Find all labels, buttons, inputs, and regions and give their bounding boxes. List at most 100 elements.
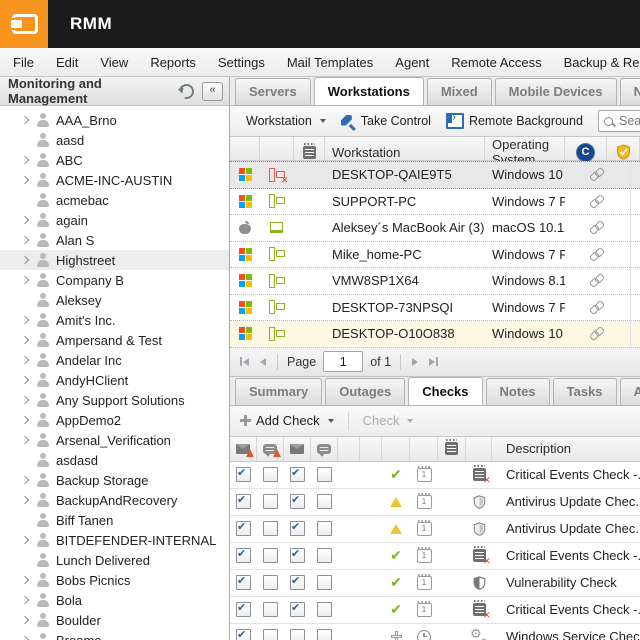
VMW8SP1X64[interactable]: VMW8SP1X64 Windows 8.1 Pr... bbox=[230, 268, 640, 295]
menu-item[interactable]: Edit bbox=[45, 48, 89, 76]
client-tree-item[interactable]: AppDemo2 bbox=[0, 410, 229, 430]
expand-arrow-icon[interactable] bbox=[20, 395, 30, 405]
client-tree-item[interactable]: Backup Storage bbox=[0, 470, 229, 490]
check-description[interactable]: Critical Events Check -... bbox=[492, 543, 640, 569]
Aleksey´s MacBook Air (3)[interactable]: Aleksey´s MacBook Air (3) macOS 10.12.6 … bbox=[230, 215, 640, 242]
device-tab[interactable]: Mobile Devices bbox=[494, 78, 617, 105]
client-tree-item[interactable]: Andelar Inc bbox=[0, 350, 229, 370]
expand-arrow-icon[interactable] bbox=[20, 415, 30, 425]
mail-checkbox[interactable] bbox=[290, 601, 305, 617]
client-tree-item[interactable]: aasd bbox=[0, 130, 229, 150]
chat-checkbox[interactable] bbox=[317, 575, 332, 590]
client-tree-item[interactable]: Any Support Solutions bbox=[0, 390, 229, 410]
prev-page-button[interactable] bbox=[258, 356, 268, 368]
last-page-button[interactable] bbox=[427, 355, 440, 368]
check-row[interactable]: Critical Events Check -... bbox=[230, 543, 640, 570]
client-tree-item[interactable]: Bobs Picnics bbox=[0, 570, 229, 590]
check-description[interactable]: Windows Service Chec... bbox=[492, 624, 640, 640]
sms-alert-checkbox[interactable] bbox=[263, 602, 278, 617]
link-cell[interactable] bbox=[565, 162, 630, 188]
mail-alert-checkbox[interactable] bbox=[236, 547, 251, 563]
DESKTOP-QAIE9T5[interactable]: DESKTOP-QAIE9T5 Windows 10 Pro... bbox=[230, 161, 640, 189]
client-tree-item[interactable]: Company B bbox=[0, 270, 229, 290]
workstation-name[interactable]: SUPPORT-PC bbox=[325, 189, 485, 215]
chat-checkbox[interactable] bbox=[317, 521, 332, 536]
mail-alert-checkbox[interactable] bbox=[236, 628, 251, 640]
check-description[interactable]: Antivirus Update Chec... bbox=[492, 489, 640, 515]
detail-tab[interactable]: Assets bbox=[619, 377, 640, 405]
detail-tab[interactable]: Notes bbox=[485, 377, 550, 405]
link-cell[interactable] bbox=[565, 189, 630, 215]
mail-alert-checkbox[interactable] bbox=[236, 520, 251, 536]
client-tree-item[interactable]: Alan S bbox=[0, 230, 229, 250]
mail-checkbox[interactable] bbox=[290, 547, 305, 563]
search-input[interactable] bbox=[617, 113, 640, 129]
client-tree-item[interactable]: Aleksey bbox=[0, 290, 229, 310]
device-tab[interactable]: Network Devices bbox=[619, 78, 640, 105]
client-tree-item[interactable]: AAA_Brno bbox=[0, 110, 229, 130]
mail-checkbox[interactable] bbox=[290, 493, 305, 509]
sms-alert-checkbox[interactable] bbox=[263, 521, 278, 536]
workstation-name[interactable]: DESKTOP-O10O838 bbox=[325, 321, 485, 347]
device-tab[interactable]: Mixed bbox=[426, 78, 492, 105]
Mike_home-PC[interactable]: Mike_home-PC Windows 7 Prof... bbox=[230, 241, 640, 268]
next-page-button[interactable] bbox=[410, 356, 420, 368]
link-cell[interactable] bbox=[565, 215, 630, 241]
sms-alert-checkbox[interactable] bbox=[263, 548, 278, 563]
client-tree-item[interactable]: Bola bbox=[0, 590, 229, 610]
description-column-header[interactable]: Description bbox=[492, 437, 640, 461]
menu-item[interactable]: Settings bbox=[207, 48, 276, 76]
take-control-button[interactable]: Take Control bbox=[341, 114, 431, 129]
mail-alert-checkbox[interactable] bbox=[236, 574, 251, 590]
client-tree-item[interactable]: Boulder bbox=[0, 610, 229, 630]
client-tree-item[interactable]: Biff Tanen bbox=[0, 510, 229, 530]
client-tree-item[interactable]: Arsenal_Verification bbox=[0, 430, 229, 450]
chat-checkbox[interactable] bbox=[317, 467, 332, 482]
link-cell[interactable] bbox=[565, 295, 630, 321]
expand-arrow-icon[interactable] bbox=[20, 275, 30, 285]
detail-tab[interactable]: Summary bbox=[235, 377, 323, 405]
detail-tab[interactable]: Tasks bbox=[552, 377, 617, 405]
client-tree-item[interactable]: Highstreet bbox=[0, 250, 229, 270]
client-tree-item[interactable]: Breame bbox=[0, 630, 229, 640]
expand-arrow-icon[interactable] bbox=[20, 215, 30, 225]
client-tree-item[interactable]: Amit's Inc. bbox=[0, 310, 229, 330]
expand-arrow-icon[interactable] bbox=[20, 315, 30, 325]
menu-item[interactable]: View bbox=[89, 48, 139, 76]
chat-checkbox[interactable] bbox=[317, 494, 332, 509]
workstation-name[interactable]: Aleksey´s MacBook Air (3) bbox=[325, 215, 485, 241]
link-cell[interactable] bbox=[565, 268, 630, 294]
mail-alert-checkbox[interactable] bbox=[236, 601, 251, 617]
client-tree-item[interactable]: asdasd bbox=[0, 450, 229, 470]
page-number-input[interactable] bbox=[323, 351, 364, 372]
expand-arrow-icon[interactable] bbox=[20, 615, 30, 625]
client-tree-item[interactable]: ACME-INC-AUSTIN bbox=[0, 170, 229, 190]
chat-checkbox[interactable] bbox=[317, 602, 332, 617]
check-menu-button[interactable]: Check bbox=[363, 413, 414, 428]
client-tree-item[interactable]: AndyHClient bbox=[0, 370, 229, 390]
chat-checkbox[interactable] bbox=[317, 548, 332, 563]
expand-arrow-icon[interactable] bbox=[20, 235, 30, 245]
expand-arrow-icon[interactable] bbox=[20, 375, 30, 385]
sms-alert-checkbox[interactable] bbox=[263, 575, 278, 590]
sms-alert-checkbox[interactable] bbox=[263, 494, 278, 509]
menu-item[interactable]: Mail Templates bbox=[276, 48, 384, 76]
menu-item[interactable]: Remote Access bbox=[440, 48, 552, 76]
chat-checkbox[interactable] bbox=[317, 629, 332, 640]
menu-item[interactable]: Agent bbox=[384, 48, 440, 76]
client-tree-item[interactable]: ABC bbox=[0, 150, 229, 170]
detail-tab[interactable]: Outages bbox=[325, 377, 406, 405]
expand-arrow-icon[interactable] bbox=[20, 495, 30, 505]
check-row[interactable]: Windows Service Chec... bbox=[230, 624, 640, 640]
expand-arrow-icon[interactable] bbox=[20, 355, 30, 365]
device-tab[interactable]: Servers bbox=[235, 78, 311, 105]
expand-arrow-icon[interactable] bbox=[20, 475, 30, 485]
search-box[interactable] bbox=[598, 110, 640, 132]
brand-logo[interactable] bbox=[0, 0, 48, 48]
expand-arrow-icon[interactable] bbox=[20, 575, 30, 585]
sms-alert-checkbox[interactable] bbox=[263, 467, 278, 482]
expand-arrow-icon[interactable] bbox=[20, 435, 30, 445]
client-tree-item[interactable]: acmebac bbox=[0, 190, 229, 210]
check-row[interactable]: Antivirus Update Chec... bbox=[230, 516, 640, 543]
expand-arrow-icon[interactable] bbox=[20, 255, 30, 265]
